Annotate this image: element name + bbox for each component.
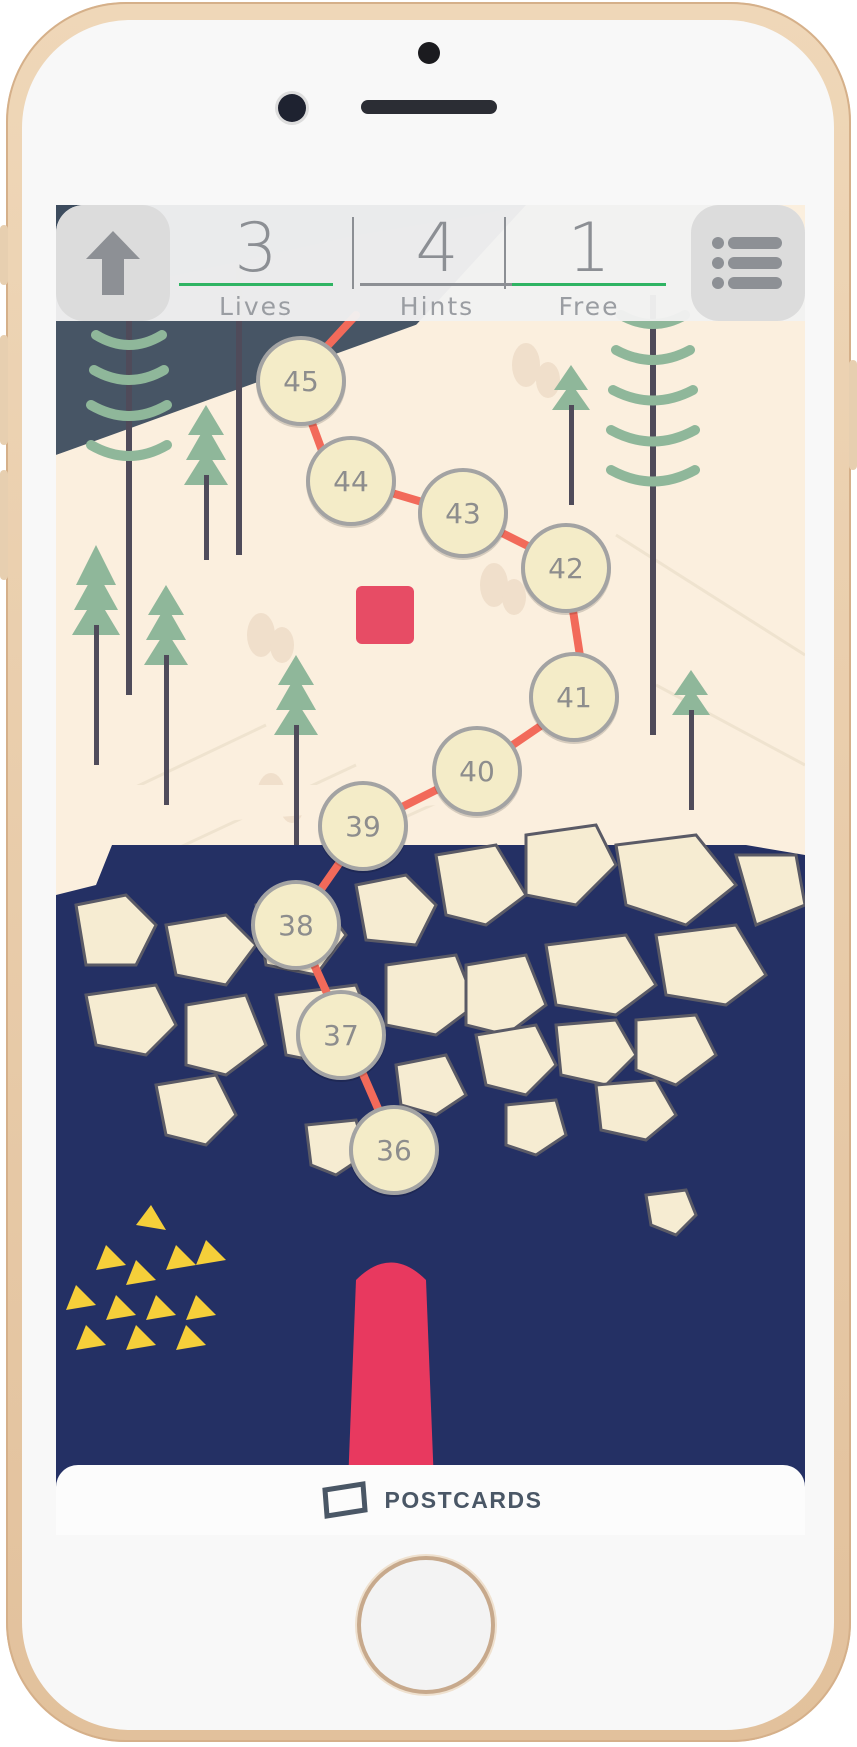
level-node-38[interactable]: 38 xyxy=(251,880,341,970)
free-label: Free xyxy=(558,292,620,321)
lives-count: 3 xyxy=(234,209,278,288)
lives-stat: 3 Lives xyxy=(171,205,341,321)
level-node-39[interactable]: 39 xyxy=(318,781,408,871)
menu-button[interactable] xyxy=(691,205,805,321)
proximity-sensor xyxy=(418,42,440,64)
level-node-43[interactable]: 43 xyxy=(418,468,508,558)
postcards-button[interactable]: POSTCARDS xyxy=(56,1465,805,1535)
lives-label: Lives xyxy=(218,292,294,321)
postcard-icon xyxy=(321,1481,368,1519)
friend-avatar[interactable] xyxy=(356,586,414,644)
game-screen: 45 44 43 42 41 40 39 38 37 36 xyxy=(56,205,805,1535)
level-node-40[interactable]: 40 xyxy=(432,726,522,816)
level-node-36[interactable]: 36 xyxy=(349,1105,439,1195)
home-button[interactable] xyxy=(361,1560,491,1690)
lives-bar xyxy=(179,283,333,286)
map-scene xyxy=(56,205,805,1535)
up-arrow-icon xyxy=(86,231,140,295)
free-count: 1 xyxy=(567,209,611,288)
hints-label: Hints xyxy=(399,292,475,321)
volume-up-button xyxy=(0,335,8,445)
back-button[interactable] xyxy=(56,205,170,321)
level-node-45[interactable]: 45 xyxy=(256,336,346,426)
free-stat: 1 Free xyxy=(504,205,674,321)
power-button xyxy=(849,360,857,470)
hints-bar xyxy=(360,283,514,286)
hints-stat: 4 Hints xyxy=(352,205,522,321)
level-node-42[interactable]: 42 xyxy=(521,523,611,613)
level-node-44[interactable]: 44 xyxy=(306,436,396,526)
hints-count: 4 xyxy=(415,209,459,288)
top-hud: 3 Lives 4 Hints 1 Free xyxy=(56,205,805,321)
earpiece-speaker xyxy=(361,100,497,114)
front-camera xyxy=(278,94,306,122)
level-node-41[interactable]: 41 xyxy=(529,652,619,742)
postcards-label: POSTCARDS xyxy=(384,1486,543,1513)
mute-switch xyxy=(0,225,8,285)
list-menu-icon xyxy=(712,237,782,289)
free-bar xyxy=(512,283,666,286)
level-node-37[interactable]: 37 xyxy=(296,990,386,1080)
volume-down-button xyxy=(0,470,8,580)
